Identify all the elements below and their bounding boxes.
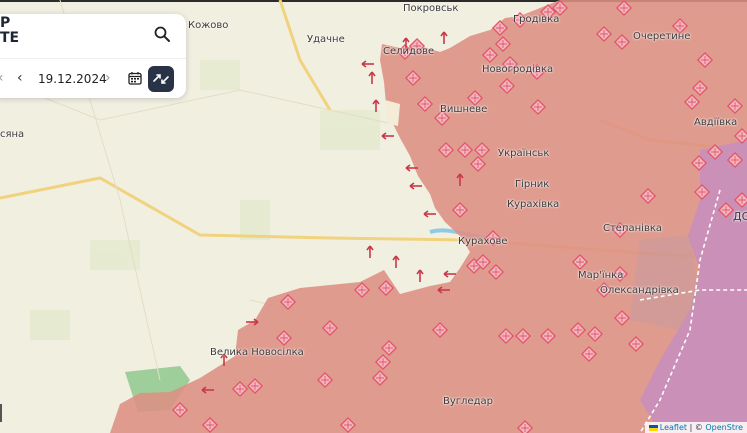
- compare-button[interactable]: [148, 66, 174, 92]
- place-ocheretyne: Очеретине: [633, 31, 691, 42]
- chevron-right-icon[interactable]: ›: [105, 70, 111, 86]
- chevron-left-icon-far[interactable]: ‹: [0, 70, 4, 86]
- place-syana: сяна: [0, 129, 25, 140]
- place-selydove: Селидове: [383, 46, 435, 57]
- zoom-control-edge[interactable]: [0, 404, 8, 422]
- place-avdiivka: Авдіївка: [694, 117, 738, 128]
- brand-logo[interactable]: P TE: [0, 16, 19, 46]
- place-hirnyk: Гірник: [515, 179, 550, 190]
- leaflet-link[interactable]: Leaflet: [660, 423, 687, 432]
- map-attribution: Leaflet | © OpenStre: [644, 422, 747, 433]
- place-oleksandrivka: Олександрівка: [600, 285, 679, 296]
- chevron-left-icon[interactable]: ‹: [17, 70, 23, 86]
- place-donetsk: ДОН: [733, 210, 747, 223]
- place-kozhovo: Кожово: [188, 20, 229, 31]
- ukraine-flag-icon: [648, 424, 658, 431]
- place-ukrainsk: Українськ: [498, 148, 550, 159]
- compare-arrows-icon: [153, 74, 169, 84]
- calendar-icon[interactable]: [128, 71, 142, 85]
- place-marinka: Мар'їнка: [578, 270, 624, 281]
- place-vuhledar: Вугледар: [443, 396, 493, 407]
- attribution-separator: | ©: [689, 423, 703, 432]
- place-udachne: Удачне: [307, 34, 345, 45]
- place-velyka-novosilka: Велика Новосілка: [210, 347, 304, 358]
- brand-line-2: TE: [0, 30, 20, 46]
- osm-link[interactable]: OpenStre: [705, 423, 743, 432]
- map-canvas[interactable]: Покровськ Удачне Гродівка Новогродівка О…: [0, 0, 747, 433]
- place-hrodivka: Гродівка: [513, 14, 560, 25]
- place-novohrodivka: Новогродівка: [482, 64, 554, 75]
- panel-divider: [0, 58, 186, 59]
- brand-line-1: P: [0, 15, 11, 31]
- place-pokrovsk: Покровськ: [403, 3, 459, 14]
- contested-zone: [385, 100, 400, 126]
- place-vyshneve: Вишневе: [440, 104, 488, 115]
- control-panel: P TE ‹ ‹ 19.12.2024 ›: [0, 14, 186, 98]
- place-kurakhivka: Курахівка: [507, 199, 560, 210]
- place-kurakhove: Курахове: [458, 236, 508, 247]
- search-icon[interactable]: [153, 25, 171, 43]
- place-stepanivka: Степанівка: [603, 223, 663, 234]
- date-selector: ‹ ‹ 19.12.2024 ›: [0, 66, 186, 92]
- donetsk-urban: [630, 235, 700, 330]
- date-value[interactable]: 19.12.2024: [38, 72, 107, 86]
